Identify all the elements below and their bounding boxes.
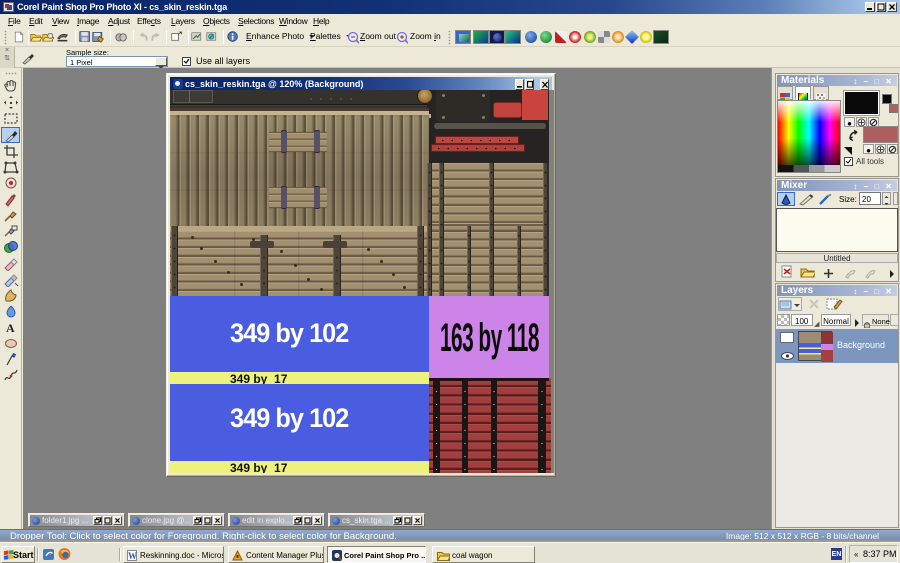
svg-text:W: W: [128, 551, 137, 561]
svg-text:A: A: [6, 321, 15, 335]
